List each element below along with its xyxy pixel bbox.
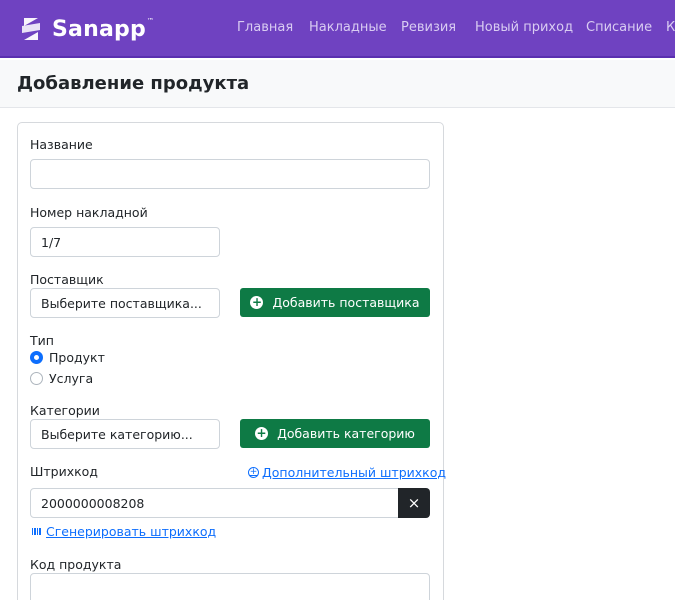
top-navbar: Sanapp ™ Главная Накладные Ревизия Новый… xyxy=(0,0,675,58)
radio-checked-icon xyxy=(30,351,43,364)
categories-label: Категории xyxy=(30,403,100,418)
additional-barcode-link[interactable]: + Дополнительный штрихкод xyxy=(248,465,446,480)
page-title: Добавление продукта xyxy=(17,73,250,94)
logo-text: Sanapp xyxy=(52,16,146,42)
app-logo[interactable]: Sanapp ™ xyxy=(16,12,154,46)
sanapp-logo-icon xyxy=(22,18,40,40)
add-category-label: Добавить категорию xyxy=(277,426,415,441)
nav-item-new-arrival[interactable]: Новый приход xyxy=(475,20,573,35)
invoice-number-label: Номер накладной xyxy=(30,205,148,220)
add-supplier-label: Добавить поставщика xyxy=(272,295,420,310)
category-select[interactable]: Выберите категорию... xyxy=(30,419,220,449)
plus-circle-icon: + xyxy=(250,295,264,309)
type-option-service-label: Услуга xyxy=(49,371,94,386)
supplier-select[interactable]: Выберите поставщика... xyxy=(30,288,220,318)
page-header: Добавление продукта xyxy=(0,60,675,108)
nav-item-invoices[interactable]: Накладные xyxy=(309,20,387,35)
generate-barcode-label: Сгенерировать штрихкод xyxy=(46,524,217,539)
type-radio-product[interactable]: Продукт xyxy=(30,350,105,365)
type-radio-service[interactable]: Услуга xyxy=(30,371,93,386)
plus-circle-outline-icon: + xyxy=(248,467,259,478)
nav-item-home[interactable]: Главная xyxy=(237,20,293,35)
additional-barcode-label: Дополнительный штрихкод xyxy=(262,465,447,480)
name-input[interactable] xyxy=(30,159,430,189)
nav-item-truncated[interactable]: К xyxy=(666,20,675,35)
type-option-product-label: Продукт xyxy=(49,350,105,365)
nav-item-writeoff[interactable]: Списание xyxy=(586,20,652,35)
product-code-label: Код продукта xyxy=(30,557,122,572)
type-label: Тип xyxy=(30,333,54,348)
add-supplier-button[interactable]: + Добавить поставщика xyxy=(240,288,430,317)
name-label: Название xyxy=(30,137,93,152)
plus-circle-icon: + xyxy=(255,426,269,440)
supplier-label: Поставщик xyxy=(30,272,104,287)
barcode-input[interactable]: 2000000008208 xyxy=(30,488,399,518)
logo-trademark: ™ xyxy=(146,17,154,25)
clear-barcode-button[interactable]: × xyxy=(398,488,430,518)
barcode-icon xyxy=(32,528,41,535)
product-code-input[interactable] xyxy=(30,573,430,600)
barcode-label: Штрихкод xyxy=(30,464,98,479)
close-icon: × xyxy=(407,494,421,512)
nav-item-audit[interactable]: Ревизия xyxy=(401,20,456,35)
radio-unchecked-icon xyxy=(30,372,43,385)
add-category-button[interactable]: + Добавить категорию xyxy=(240,419,430,448)
invoice-number-input[interactable]: 1/7 xyxy=(30,227,220,257)
generate-barcode-link[interactable]: Сгенерировать штрихкод xyxy=(32,524,216,539)
